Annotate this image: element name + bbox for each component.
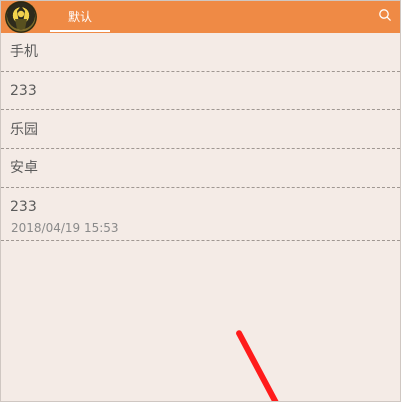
tab-default-indicator: [50, 30, 110, 32]
list-item[interactable]: 233 2018/04/19 15:53: [1, 188, 400, 241]
note-list: 手机 233 乐园 安卓 233 2018/04/19 15:53: [1, 33, 400, 241]
list-item-date: 2018/04/19 15:53: [11, 221, 119, 235]
avatar-image: [5, 1, 37, 33]
search-icon[interactable]: [378, 7, 392, 21]
app-frame: 默认 手机 233 乐园 安卓 233 2018/04/19 15:53: [0, 0, 401, 402]
avatar[interactable]: [5, 1, 37, 33]
list-item[interactable]: 手机: [1, 33, 400, 72]
top-bar: 默认: [1, 1, 400, 33]
tab-default[interactable]: 默认: [50, 1, 110, 33]
list-item[interactable]: 233: [1, 72, 400, 110]
list-item-title: 安卓: [10, 160, 38, 176]
red-annotation-stroke: [235, 329, 281, 401]
list-item-title: 233: [10, 199, 37, 215]
list-item[interactable]: 安卓: [1, 149, 400, 188]
list-item[interactable]: 乐园: [1, 110, 400, 149]
list-item-title: 手机: [10, 44, 38, 60]
list-item-title: 233: [10, 83, 37, 99]
list-item-title: 乐园: [10, 122, 38, 138]
